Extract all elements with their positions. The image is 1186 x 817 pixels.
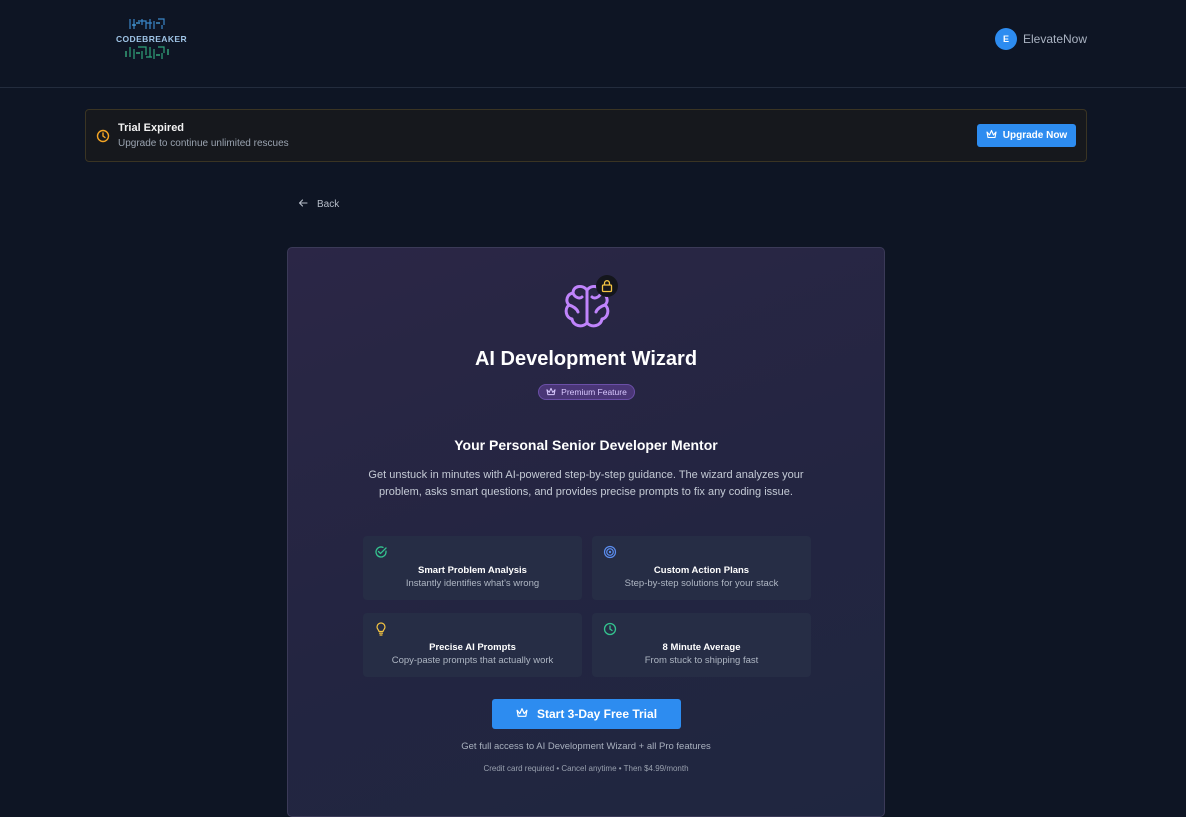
feature-title: Custom Action Plans xyxy=(653,565,750,576)
banner-subtitle: Upgrade to continue unlimited rescues xyxy=(118,138,289,149)
banner-title: Trial Expired xyxy=(118,122,185,134)
crown-icon xyxy=(986,129,997,142)
clock-icon xyxy=(96,129,110,143)
user-name[interactable]: ElevateNow xyxy=(1023,32,1087,46)
lightbulb-icon xyxy=(374,622,388,636)
feature-title: Smart Problem Analysis xyxy=(418,565,527,576)
check-circle-icon xyxy=(374,545,388,559)
feature-title: 8 Minute Average xyxy=(662,642,741,653)
page-title: AI Development Wizard xyxy=(474,348,698,370)
card-subtitle: Your Personal Senior Developer Mentor xyxy=(454,437,718,453)
premium-feature-badge: Premium Feature xyxy=(538,384,635,400)
feature-8-minute-average: 8 Minute Average From stuck to shipping … xyxy=(592,613,811,677)
avatar[interactable]: E xyxy=(994,28,1017,50)
upgrade-now-label: Upgrade Now xyxy=(1002,130,1068,141)
card-description: Get unstuck in minutes with AI-powered s… xyxy=(368,469,804,498)
feature-description: Step-by-step solutions for your stack xyxy=(624,578,779,589)
wizard-card: AI Development Wizard Premium Feature Yo… xyxy=(287,247,885,817)
logo-text: CODEBREAKER xyxy=(116,34,187,44)
feature-description: Instantly identifies what's wrong xyxy=(405,578,540,589)
feature-description: From stuck to shipping fast xyxy=(644,655,759,666)
crown-icon xyxy=(546,387,556,398)
back-label: Back xyxy=(317,198,340,210)
target-icon xyxy=(603,545,617,559)
feature-description: Copy-paste prompts that actually work xyxy=(391,655,554,666)
codebreaker-logo[interactable]: CODEBREAKER xyxy=(116,17,187,61)
user-menu[interactable]: E ElevateNow xyxy=(994,28,1087,50)
fine-print: Credit card required • Cancel anytime • … xyxy=(483,764,689,773)
crown-icon xyxy=(516,707,528,721)
feature-title: Precise AI Prompts xyxy=(429,642,516,653)
lock-icon xyxy=(601,280,613,293)
clock-icon xyxy=(603,622,617,636)
trial-expired-banner: Trial Expired Upgrade to continue unlimi… xyxy=(85,109,1087,162)
lock-badge xyxy=(596,275,618,297)
feature-custom-action-plans: Custom Action Plans Step-by-step solutio… xyxy=(592,536,811,600)
premium-badge-label: Premium Feature xyxy=(561,387,627,397)
feature-smart-problem-analysis: Smart Problem Analysis Instantly identif… xyxy=(363,536,582,600)
top-header: CODEBREAKER E ElevateNow xyxy=(0,0,1186,88)
cta-note: Get full access to AI Development Wizard… xyxy=(461,741,711,752)
arrow-left-icon xyxy=(298,195,308,213)
start-free-trial-label: Start 3-Day Free Trial xyxy=(536,707,658,721)
feature-precise-ai-prompts: Precise AI Prompts Copy-paste prompts th… xyxy=(363,613,582,677)
back-link[interactable]: Back xyxy=(298,195,339,213)
upgrade-now-button[interactable]: Upgrade Now xyxy=(977,124,1076,147)
start-free-trial-button[interactable]: Start 3-Day Free Trial xyxy=(492,699,681,729)
